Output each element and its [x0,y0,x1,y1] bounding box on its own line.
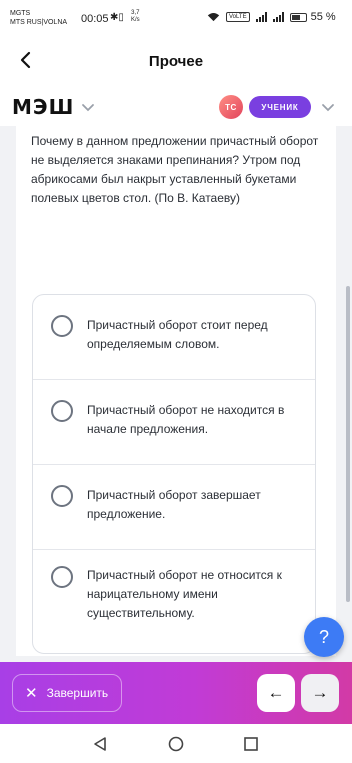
answer-options: Причастный оборот стоит перед определяем… [32,294,316,654]
app-header: Прочее [0,40,352,82]
wifi-icon [207,12,220,22]
battery-icon [289,12,307,22]
answer-option-text: Причастный оборот не находится в начале … [87,403,285,436]
network-speed: 3,7 K/s [131,10,140,24]
status-bar: MGTS MTS RUS|VOLNA 00:05 ✱▯ 3,7 K/s VoLT… [0,0,352,36]
answer-option[interactable]: Причастный оборот не находится в начале … [33,380,315,465]
answer-option-text: Причастный оборот не относится к нарицат… [87,568,282,620]
network-speed-value: 3,7 [131,10,140,16]
scrollbar[interactable] [346,286,350,602]
mesh-bar: МЭШ ТС УЧЕНИК [0,88,352,126]
system-navigation-bar [0,724,352,763]
carrier-2: MTS RUS|VOLNA [10,19,68,26]
bluetooth-vibrate-icons: ✱▯ [110,12,124,23]
answer-option[interactable]: Причастный оборот стоит перед определяем… [33,295,315,380]
previous-button[interactable]: ← [257,674,295,712]
answer-option[interactable]: Причастный оборот завершает предложение. [33,465,315,550]
signal-icon-1 [255,12,267,22]
question-card: Почему в данном предложении причастный о… [16,126,336,656]
action-bar: ✕ Завершить ← → [0,662,352,724]
close-icon: ✕ [25,685,38,702]
answer-option-text: Причастный оборот стоит перед определяем… [87,318,268,351]
battery-percent: 55 % [310,11,336,23]
content-area: Почему в данном предложении причастный о… [0,126,352,662]
clock: 00:05 [81,13,109,25]
finish-label: Завершить [46,686,109,700]
network-speed-unit: K/s [131,17,140,23]
status-right: VoLTE 55 % [207,11,336,23]
chevron-down-icon[interactable] [81,103,95,113]
radio-button[interactable] [51,566,73,588]
role-badge[interactable]: УЧЕНИК [249,96,311,118]
help-button[interactable]: ? [304,617,344,657]
nav-back-icon[interactable] [92,736,108,752]
signal-icon-2 [272,12,284,22]
profile-chevron-down-icon[interactable] [321,103,335,113]
avatar[interactable]: ТС [219,95,243,119]
answer-option-text: Причастный оборот завершает предложение. [87,488,261,521]
answer-option[interactable]: Причастный оборот не относится к нарицат… [33,550,315,635]
carrier-1: MGTS [10,10,31,17]
question-text: Почему в данном предложении причастный о… [31,134,319,205]
next-button[interactable]: → [301,674,339,712]
nav-home-icon[interactable] [168,736,184,752]
mesh-logo: МЭШ [12,95,75,119]
page-title: Прочее [148,53,204,70]
radio-button[interactable] [51,485,73,507]
radio-button[interactable] [51,315,73,337]
volte-badge: VoLTE [226,12,250,22]
battery-indicator: 55 % [289,11,336,23]
radio-button[interactable] [51,400,73,422]
carrier-info: MGTS MTS RUS|VOLNA [10,9,67,27]
nav-recents-icon[interactable] [243,736,259,752]
finish-button[interactable]: ✕ Завершить [12,674,122,712]
